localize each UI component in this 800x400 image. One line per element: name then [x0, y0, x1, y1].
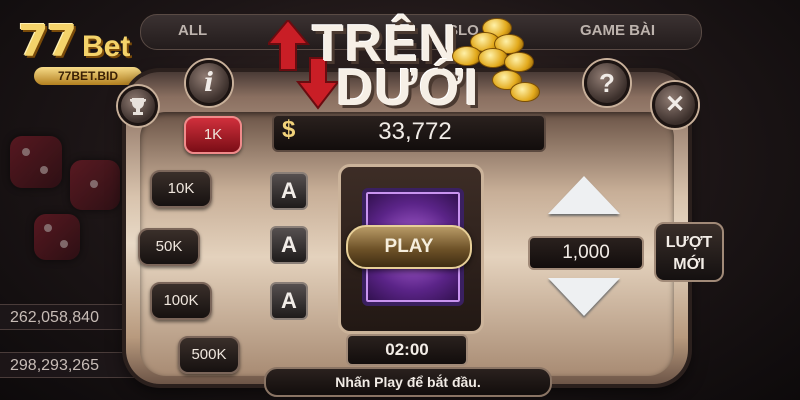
tab-game-bai[interactable]: GAME BÀI — [580, 22, 655, 39]
close-button[interactable]: ✕ — [652, 82, 698, 128]
bet-amount: 1,000 — [528, 236, 644, 270]
logo-77: 77 — [18, 16, 77, 67]
currency-symbol: $ — [282, 116, 296, 143]
logo-bet: Bet — [82, 30, 131, 63]
status-message: Nhấn Play để bắt đầu. — [264, 367, 552, 397]
up-arrow-icon[interactable] — [548, 176, 620, 214]
balance-value: 33,772 — [378, 118, 452, 145]
help-button[interactable]: ? — [584, 60, 630, 106]
tab-all[interactable]: ALL — [178, 22, 207, 39]
play-button[interactable]: PLAY — [346, 225, 472, 269]
new-round-button[interactable]: LƯỢT MỚI — [654, 222, 724, 282]
down-arrow-icon[interactable] — [548, 278, 620, 316]
info-icon: i — [204, 68, 214, 98]
card-slot: A — [270, 172, 308, 210]
chip-50k[interactable]: 50K — [138, 228, 200, 266]
card-slot: A — [270, 282, 308, 320]
leaderboard-button[interactable] — [118, 86, 158, 126]
countdown-timer: 02:00 — [346, 334, 468, 366]
chip-500k[interactable]: 500K — [178, 336, 240, 374]
coins-icon — [448, 14, 540, 104]
dice-decoration — [34, 214, 80, 260]
logo-domain: 77BET.BID — [34, 67, 142, 85]
dice-decoration — [10, 136, 62, 188]
chip-100k[interactable]: 100K — [150, 282, 212, 320]
dice-decoration — [70, 160, 120, 210]
info-button[interactable]: i — [186, 60, 232, 106]
close-icon: ✕ — [664, 91, 686, 118]
card-slot: A — [270, 226, 308, 264]
new-round-label-line2: MỚI — [673, 256, 705, 273]
trophy-icon — [130, 98, 146, 115]
help-icon: ? — [599, 68, 615, 98]
chip-10k[interactable]: 10K — [150, 170, 212, 208]
new-round-label-line1: LƯỢT — [665, 234, 713, 251]
chip-1k[interactable]: 1K — [184, 116, 242, 154]
